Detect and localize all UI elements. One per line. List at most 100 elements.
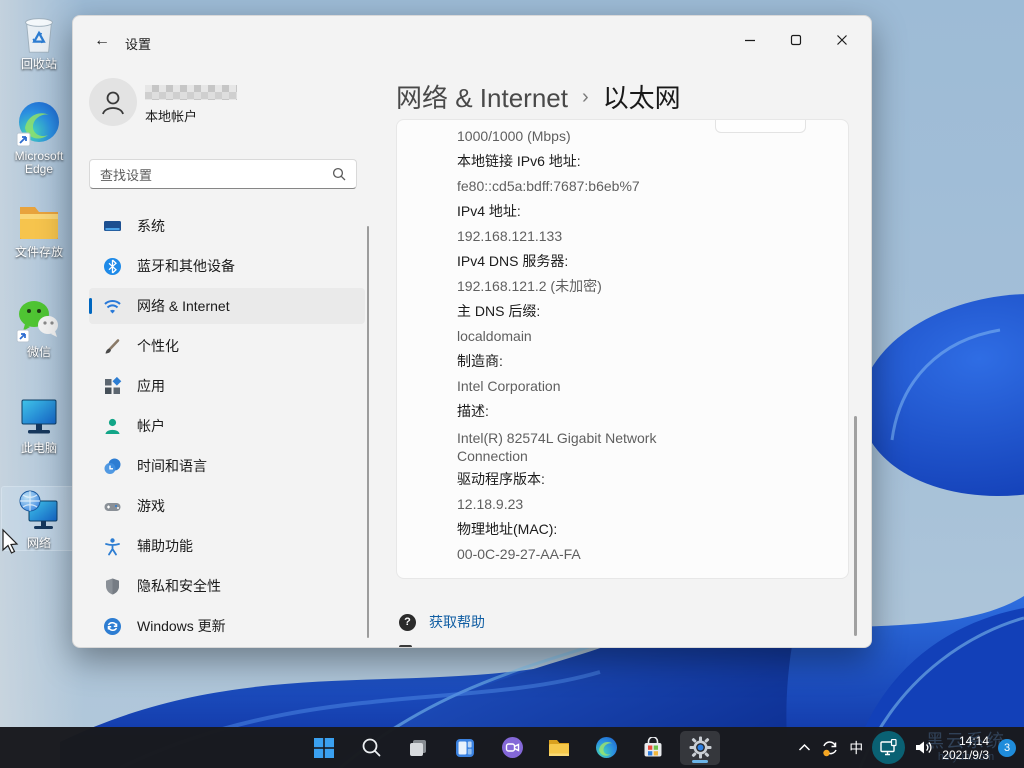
desktop-icon-edge[interactable]: Microsoft Edge [2, 100, 76, 176]
sidebar-item-accessibility[interactable]: 辅助功能 [89, 528, 365, 564]
personalization-icon [103, 337, 122, 356]
chevron-right-icon: › [582, 86, 589, 109]
edge-button[interactable] [586, 731, 626, 765]
desktop: 回收站 Microsoft Edge 文件存放 [0, 0, 1024, 768]
sidebar-item-time-language[interactable]: 时间和语言 [89, 448, 365, 484]
settings-button-active[interactable] [680, 731, 720, 765]
sidebar-item-windows-update[interactable]: Windows 更新 [89, 608, 365, 644]
notification-badge[interactable]: 3 [998, 739, 1016, 757]
detail-label: 主 DNS 后缀: [457, 304, 828, 319]
desktop-icon-file-storage[interactable]: 文件存放 [2, 198, 76, 259]
this-pc-icon [15, 392, 63, 440]
sidebar-item-apps[interactable]: 应用 [89, 368, 365, 404]
ime-indicator[interactable]: 中 [849, 738, 863, 758]
store-icon [642, 737, 664, 759]
close-button[interactable] [819, 26, 865, 54]
sidebar-scrollbar[interactable] [367, 226, 369, 638]
copy-button-partial[interactable] [715, 119, 806, 133]
taskbar: 黑云系统 heiyun.com [0, 727, 1024, 768]
detail-label: 本地链接 IPv6 地址: [457, 154, 828, 169]
desktop-icon-label: 回收站 [2, 58, 76, 71]
sidebar-item-accounts[interactable]: 帐户 [89, 408, 365, 444]
detail-label: 制造商: [457, 354, 828, 369]
task-view-button[interactable] [398, 731, 438, 765]
sidebar-item-bluetooth[interactable]: 蓝牙和其他设备 [89, 248, 365, 284]
desktop-icon-this-pc[interactable]: 此电脑 [2, 392, 76, 455]
back-button[interactable]: ← [87, 28, 117, 54]
detail-label: IPv4 地址: [457, 204, 828, 219]
search-button[interactable] [351, 731, 391, 765]
chat-button[interactable] [492, 731, 532, 765]
detail-value: 00-0C-29-27-AA-FA [457, 547, 828, 562]
maximize-icon [790, 34, 802, 46]
apps-icon [103, 377, 122, 396]
active-app-indicator [692, 760, 708, 763]
detail-label: 物理地址(MAC): [457, 522, 828, 537]
detail-value: localdomain [457, 329, 828, 344]
detail-value: 192.168.121.133 [457, 229, 828, 244]
minimize-button[interactable] [727, 26, 773, 54]
close-icon [836, 34, 848, 46]
accounts-icon [103, 417, 122, 436]
tray-chevron-up-icon[interactable] [798, 743, 811, 752]
search-input[interactable]: 查找设置 [89, 159, 357, 189]
wechat-icon [15, 296, 63, 344]
detail-label: 描述: [457, 404, 828, 419]
content-scrollbar[interactable] [854, 416, 857, 636]
tray-clock[interactable]: 14:14 2021/9/3 [942, 734, 989, 762]
windows-logo-icon [313, 737, 335, 759]
sidebar-nav: 系统 蓝牙和其他设备 网络 & Internet 个性化 [89, 208, 365, 648]
search-icon [332, 167, 346, 181]
widgets-button[interactable] [445, 731, 485, 765]
network-tray-highlight[interactable] [872, 731, 905, 764]
desktop-icon-label: 此电脑 [2, 442, 76, 455]
minimize-icon [744, 34, 756, 46]
wifi-icon [103, 297, 122, 316]
widgets-icon [454, 737, 476, 759]
task-view-icon [407, 737, 429, 759]
search-icon [361, 737, 382, 758]
maximize-button[interactable] [773, 26, 819, 54]
selection-indicator [89, 298, 92, 314]
desktop-icon-label: 文件存放 [2, 246, 76, 259]
detail-value: fe80::cd5a:bdff:7687:b6eb%7 [457, 179, 828, 194]
file-explorer-icon [547, 737, 571, 759]
clock-date: 2021/9/3 [942, 748, 989, 762]
window-title: 设置 [125, 34, 151, 53]
chat-icon [501, 736, 524, 759]
avatar[interactable] [89, 78, 137, 126]
breadcrumb-parent[interactable]: 网络 & Internet [396, 78, 568, 115]
detail-value: Intel(R) 82574L Gigabit Network Connecti… [457, 429, 687, 465]
time-language-icon [103, 457, 122, 476]
store-button[interactable] [633, 731, 673, 765]
desktop-icon-label: 微信 [2, 346, 76, 359]
desktop-icon-wechat[interactable]: 微信 [2, 296, 76, 359]
system-icon [103, 217, 122, 236]
file-explorer-button[interactable] [539, 731, 579, 765]
shield-icon [103, 577, 122, 596]
sidebar-item-privacy[interactable]: 隐私和安全性 [89, 568, 365, 604]
detail-label: 驱动程序版本: [457, 472, 828, 487]
volume-icon[interactable] [914, 739, 933, 756]
edge-icon [595, 736, 618, 759]
sidebar-item-gaming[interactable]: 游戏 [89, 488, 365, 524]
accessibility-icon [103, 537, 122, 556]
ethernet-icon [879, 739, 898, 756]
sidebar-item-network[interactable]: 网络 & Internet [89, 288, 365, 324]
settings-window: ← 设置 本地帐户 查找设置 [72, 15, 872, 648]
update-pending-icon[interactable] [820, 738, 840, 758]
get-help-link[interactable]: ? 获取帮助 [399, 612, 485, 632]
sidebar-item-system[interactable]: 系统 [89, 208, 365, 244]
ethernet-properties-card: 1000/1000 (Mbps) 本地链接 IPv6 地址: fe80::cd5… [396, 119, 849, 579]
detail-value: 192.168.121.2 (未加密) [457, 279, 828, 294]
sidebar-item-personalization[interactable]: 个性化 [89, 328, 365, 364]
page-title: 以太网 [603, 78, 681, 115]
bluetooth-icon [103, 257, 122, 276]
breadcrumb: 网络 & Internet › 以太网 [396, 78, 681, 115]
user-icon [98, 87, 128, 117]
desktop-icon-recycle-bin[interactable]: 回收站 [2, 10, 76, 71]
windows-update-icon [103, 617, 122, 636]
feedback-icon-partial [399, 645, 412, 648]
gear-icon [689, 736, 712, 759]
start-button[interactable] [304, 731, 344, 765]
